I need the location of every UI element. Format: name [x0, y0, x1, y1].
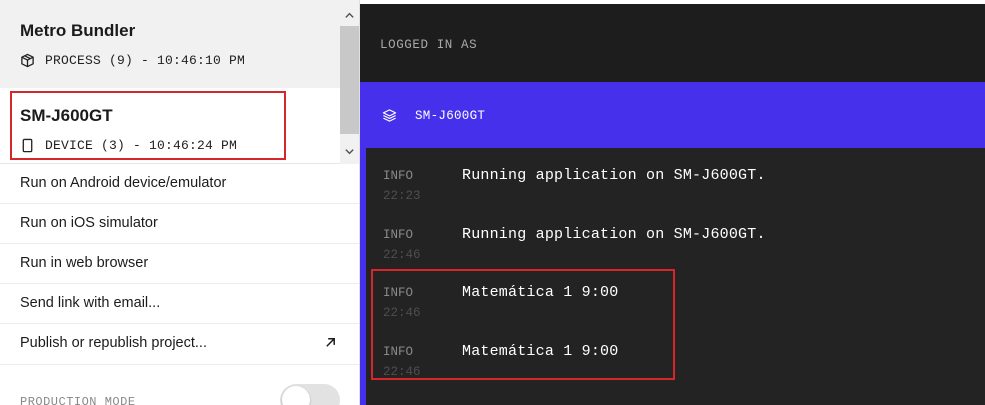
- menu-run-ios[interactable]: Run on iOS simulator: [0, 204, 359, 244]
- layers-icon: [382, 108, 397, 128]
- log-panel: LOGGED IN AS SM-J600GT INFO 22:23 Runnin…: [360, 0, 985, 405]
- device-header-name: SM-J600GT: [415, 109, 486, 123]
- menu-publish[interactable]: Publish or republish project...: [0, 324, 359, 365]
- device-subtitle-text: DEVICE (3) - 10:46:24 PM: [45, 138, 238, 153]
- log-entry: INFO 22:46 Running application on SM-J60…: [360, 226, 985, 286]
- menu-run-web[interactable]: Run in web browser: [0, 244, 359, 284]
- log-level: INFO: [383, 169, 414, 183]
- phone-icon: [20, 138, 35, 153]
- log-message: Matemática 1 9:00: [462, 343, 619, 360]
- log-time: 22:46: [383, 306, 421, 320]
- menu-send-link[interactable]: Send link with email...: [0, 284, 359, 324]
- production-mode-label: PRODUCTION MODE: [20, 395, 136, 405]
- menu-run-web-label: Run in web browser: [20, 255, 149, 271]
- scroll-up-icon[interactable]: [344, 10, 355, 21]
- sidebar-scrollbar[interactable]: [340, 0, 359, 164]
- scroll-thumb[interactable]: [340, 26, 359, 134]
- scroll-down-icon[interactable]: [344, 146, 355, 157]
- package-icon: [20, 53, 35, 68]
- logged-in-label: LOGGED IN AS: [380, 38, 478, 52]
- device-subtitle: DEVICE (3) - 10:46:24 PM: [20, 138, 237, 153]
- device-title: SM-J600GT: [20, 106, 113, 125]
- menu-run-android[interactable]: Run on Android device/emulator: [0, 164, 359, 204]
- menu-run-android-label: Run on Android device/emulator: [20, 175, 227, 191]
- toggle-knob: [282, 386, 310, 405]
- log-level: INFO: [383, 345, 414, 359]
- process-title: Metro Bundler: [20, 21, 136, 40]
- log-time: 22:46: [383, 365, 421, 379]
- production-mode-toggle[interactable]: [280, 384, 340, 405]
- log-time: 22:23: [383, 189, 421, 203]
- device-header-bar[interactable]: SM-J600GT: [360, 82, 985, 148]
- log-entry: INFO 22:46 Matemática 1 9:00: [360, 284, 985, 344]
- sidebar: Metro Bundler PROCESS (9) - 10:46:10 PM …: [0, 0, 360, 405]
- log-level: INFO: [383, 286, 414, 300]
- device-card[interactable]: SM-J600GT DEVICE (3) - 10:46:24 PM: [0, 88, 340, 164]
- process-subtitle-text: PROCESS (9) - 10:46:10 PM: [45, 53, 246, 68]
- log-message: Running application on SM-J600GT.: [462, 167, 766, 184]
- log-entry: INFO 22:23 Running application on SM-J60…: [360, 167, 985, 227]
- log-entry: INFO 22:46 Matemática 1 9:00: [360, 343, 985, 403]
- external-link-icon: [324, 336, 337, 353]
- log-message: Matemática 1 9:00: [462, 284, 619, 301]
- process-subtitle: PROCESS (9) - 10:46:10 PM: [20, 53, 245, 68]
- log-message: Running application on SM-J600GT.: [462, 226, 766, 243]
- menu-publish-label: Publish or republish project...: [20, 335, 207, 351]
- logged-in-header: LOGGED IN AS: [360, 4, 985, 82]
- menu-run-ios-label: Run on iOS simulator: [20, 215, 158, 231]
- log-level: INFO: [383, 228, 414, 242]
- log-time: 22:46: [383, 248, 421, 262]
- menu-send-link-label: Send link with email...: [20, 295, 161, 311]
- process-card[interactable]: Metro Bundler PROCESS (9) - 10:46:10 PM: [0, 0, 340, 88]
